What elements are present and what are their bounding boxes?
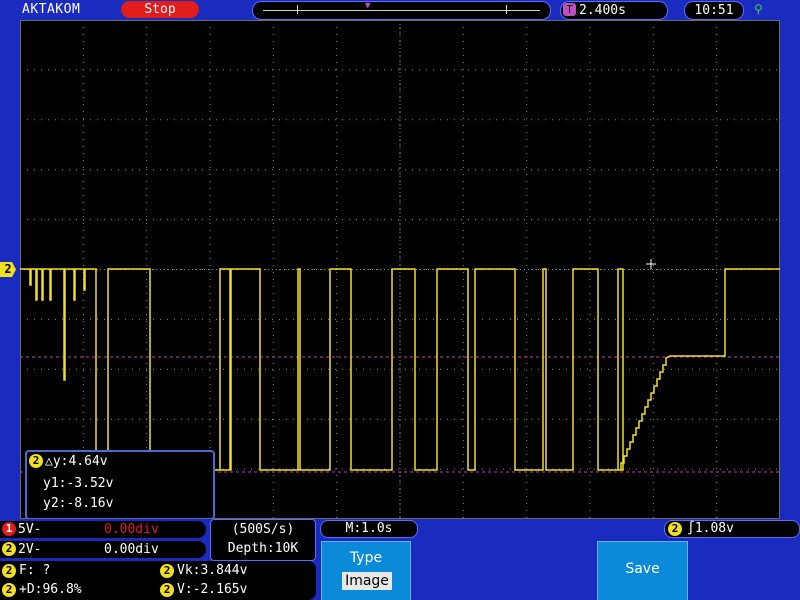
channel-2-settings[interactable]: 2 2V- 0.00div (0, 541, 206, 558)
clock: 10:51 (684, 1, 744, 20)
trigger-position-marker: ▼ (365, 1, 371, 11)
timebase[interactable]: M:1.0s (320, 520, 418, 538)
trigger-level-value: ∫1.08v (687, 521, 734, 536)
memory-depth: Depth:10K (227, 541, 299, 556)
measure-freq-badge: 2 (2, 564, 16, 578)
top-status-bar: AKTAKOM Stop ▼ T 2.400s 10:51 ⚲ (0, 0, 800, 20)
channel-2-badge: 2 (2, 542, 16, 556)
channel-2-level-marker[interactable]: 2 (0, 262, 16, 277)
trigger-time-display: T 2.400s (560, 1, 668, 20)
measure-duty: 2 +D:96.8% (2, 582, 82, 597)
trigger-channel-badge: 2 (668, 522, 682, 536)
run-stop-status[interactable]: Stop (121, 1, 199, 18)
memory-window (297, 5, 507, 14)
measure-duty-badge: 2 (2, 583, 16, 597)
measure-duty-value: +D:96.8% (19, 582, 82, 597)
trigger-level[interactable]: 2 ∫1.08v (664, 520, 800, 538)
cursor-y1: y1:-3.52v (43, 476, 114, 491)
cursor-channel-badge: 2 (29, 454, 43, 468)
measure-v-value: V:-2.165v (177, 582, 248, 597)
measure-v: 2 V:-2.165v (160, 582, 247, 597)
type-softkey[interactable]: Type Image (321, 541, 411, 600)
measure-v-badge: 2 (160, 583, 174, 597)
measurements-panel: 2 F: ? 2 +D:96.8% 2 Vk:3.844v 2 V:-2.165v (0, 561, 316, 600)
waveform-svg (20, 20, 780, 519)
sampling-info: (500S/s) Depth:10K (210, 519, 316, 561)
channel-1-offset: 0.00div (104, 522, 159, 537)
usb-icon: ⚲ (754, 2, 763, 16)
cursor-y2: y2:-8.16v (43, 496, 114, 511)
waveform-display[interactable] (20, 20, 780, 519)
measure-frequency: 2 F: ? (2, 563, 50, 578)
trigger-time-value: 2.400s (579, 3, 626, 18)
brand-label: AKTAKOM (22, 2, 81, 17)
sample-rate: (500S/s) (231, 522, 295, 537)
oscilloscope-screen: AKTAKOM Stop ▼ T 2.400s 10:51 ⚲ 2 2 △y:4… (0, 0, 800, 600)
measure-vk-value: Vk:3.844v (177, 563, 248, 578)
save-softkey-label: Save (625, 561, 660, 577)
channel-1-scale: 5V- (18, 522, 42, 537)
measure-vk: 2 Vk:3.844v (160, 563, 247, 578)
channel-1-badge: 1 (2, 522, 16, 536)
type-softkey-value: Image (342, 572, 392, 590)
channel-2-trace (20, 268, 780, 471)
type-softkey-label: Type (349, 550, 383, 566)
channel-2-offset: 0.00div (104, 542, 159, 557)
measure-freq-value: F: ? (19, 563, 51, 578)
channel-2-scale: 2V- (18, 542, 42, 557)
channel-1-settings[interactable]: 1 5V- 0.00div (0, 521, 206, 538)
save-softkey[interactable]: Save (597, 541, 688, 600)
cursor-readout: 2 △y:4.64v y1:-3.52v y2:-8.16v (25, 450, 215, 520)
measure-vk-badge: 2 (160, 564, 174, 578)
cursor-delta-y: △y:4.64v (45, 454, 108, 469)
memory-position-bar[interactable]: ▼ (252, 1, 551, 20)
trigger-time-icon: T (563, 3, 576, 16)
